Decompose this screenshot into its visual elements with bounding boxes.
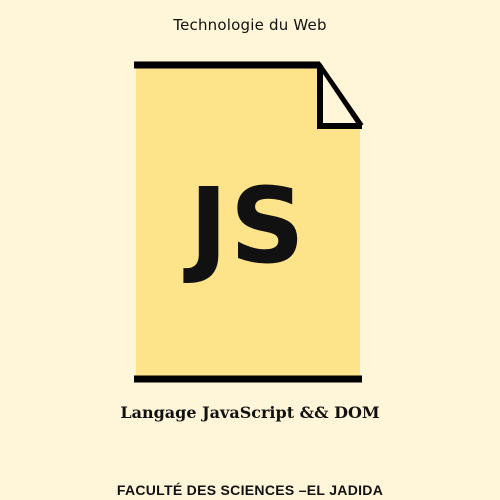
page-title: Technologie du Web (173, 16, 327, 34)
js-label: JS (189, 165, 307, 287)
institution-footer: FACULTÉ DES SCIENCES –EL JADIDA (116, 482, 384, 498)
course-subtitle: Langage JavaScript && DOM (120, 403, 380, 422)
